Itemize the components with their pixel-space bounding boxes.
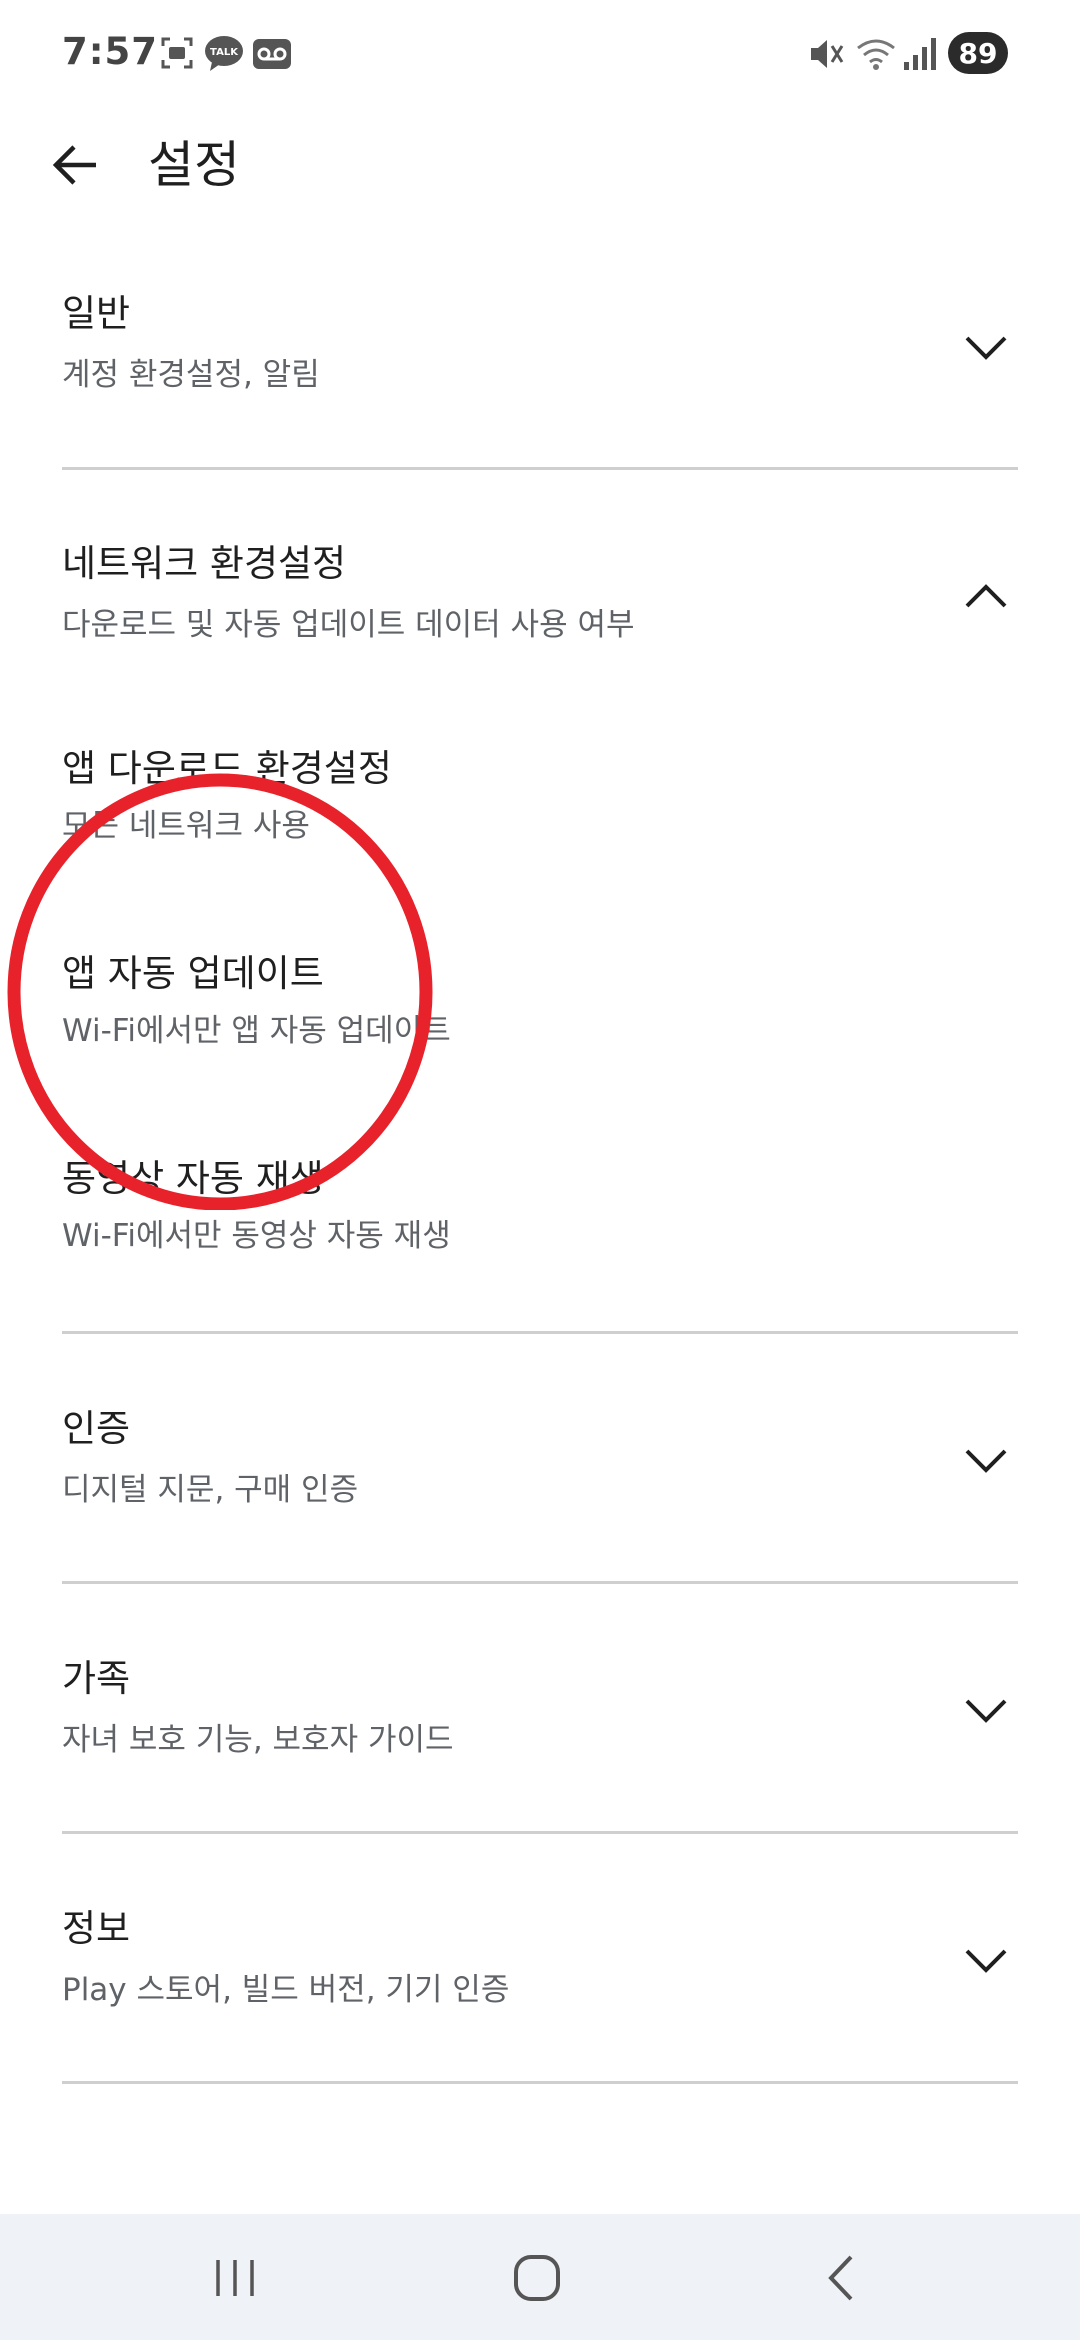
section-subtitle: 다운로드 및 자동 업데이트 데이터 사용 여부 — [62, 607, 635, 643]
chevron-down-icon[interactable] — [960, 1685, 1012, 1737]
status-bar: 7:57 TALK 89 — [0, 0, 1080, 110]
section-authentication[interactable]: 인증 디지털 지문, 구매 인증 — [0, 1395, 1080, 1535]
chevron-down-icon[interactable] — [960, 322, 1012, 374]
item-title: 동영상 자동 재생 — [62, 1157, 324, 1200]
voicemail-icon — [252, 38, 292, 74]
chevron-down-icon[interactable] — [960, 1935, 1012, 1987]
divider — [62, 1831, 1018, 1834]
arrow-back-icon — [52, 145, 96, 185]
section-about[interactable]: 정보 Play 스토어, 빌드 버전, 기기 인증 — [0, 1895, 1080, 2035]
section-family[interactable]: 가족 자녀 보호 기능, 보호자 가이드 — [0, 1645, 1080, 1785]
app-bar: 설정 — [0, 110, 1080, 220]
talk-icon: TALK — [204, 34, 244, 76]
section-subtitle: 계정 환경설정, 알림 — [62, 357, 320, 393]
section-subtitle: Play 스토어, 빌드 버전, 기기 인증 — [62, 1972, 510, 2008]
divider — [62, 1581, 1018, 1584]
mute-icon — [808, 36, 846, 76]
battery-indicator: 89 — [948, 32, 1008, 74]
chevron-down-icon[interactable] — [960, 1435, 1012, 1487]
section-subtitle: 디지털 지문, 구매 인증 — [62, 1472, 359, 1508]
divider — [62, 467, 1018, 470]
item-app-download-preference[interactable]: 앱 다운로드 환경설정 모든 네트워크 사용 — [0, 735, 1080, 865]
screenshot-icon — [160, 36, 194, 74]
section-title: 네트워크 환경설정 — [62, 542, 347, 585]
navigation-bar — [0, 2214, 1080, 2340]
nav-back-button[interactable] — [786, 2238, 896, 2318]
section-title: 정보 — [62, 1907, 131, 1950]
section-subtitle: 자녀 보호 기능, 보호자 가이드 — [62, 1722, 454, 1758]
page-title: 설정 — [148, 136, 240, 194]
section-network[interactable]: 네트워크 환경설정 다운로드 및 자동 업데이트 데이터 사용 여부 — [0, 530, 1080, 670]
section-title: 가족 — [62, 1657, 131, 1700]
divider — [62, 1331, 1018, 1334]
item-subtitle: 모든 네트워크 사용 — [62, 808, 310, 844]
recents-icon — [216, 2260, 254, 2296]
status-time: 7:57 — [62, 30, 159, 73]
item-app-auto-update[interactable]: 앱 자동 업데이트 Wi-Fi에서만 앱 자동 업데이트 — [0, 940, 1080, 1070]
item-subtitle: Wi-Fi에서만 동영상 자동 재생 — [62, 1218, 451, 1254]
back-icon — [828, 2255, 853, 2301]
section-general[interactable]: 일반 계정 환경설정, 알림 — [0, 280, 1080, 470]
divider — [62, 2081, 1018, 2084]
section-title: 일반 — [62, 292, 131, 335]
chevron-up-icon[interactable] — [960, 570, 1012, 622]
home-icon — [514, 2255, 560, 2301]
talk-label: TALK — [210, 47, 239, 58]
back-button[interactable] — [40, 130, 110, 200]
recents-button[interactable] — [180, 2238, 290, 2318]
item-title: 앱 다운로드 환경설정 — [62, 747, 392, 790]
signal-icon — [902, 36, 938, 76]
item-video-autoplay[interactable]: 동영상 자동 재생 Wi-Fi에서만 동영상 자동 재생 — [0, 1145, 1080, 1275]
item-title: 앱 자동 업데이트 — [62, 952, 324, 995]
section-title: 인증 — [62, 1407, 131, 1450]
home-button[interactable] — [482, 2238, 592, 2318]
item-subtitle: Wi-Fi에서만 앱 자동 업데이트 — [62, 1013, 451, 1049]
wifi-icon — [856, 36, 896, 76]
